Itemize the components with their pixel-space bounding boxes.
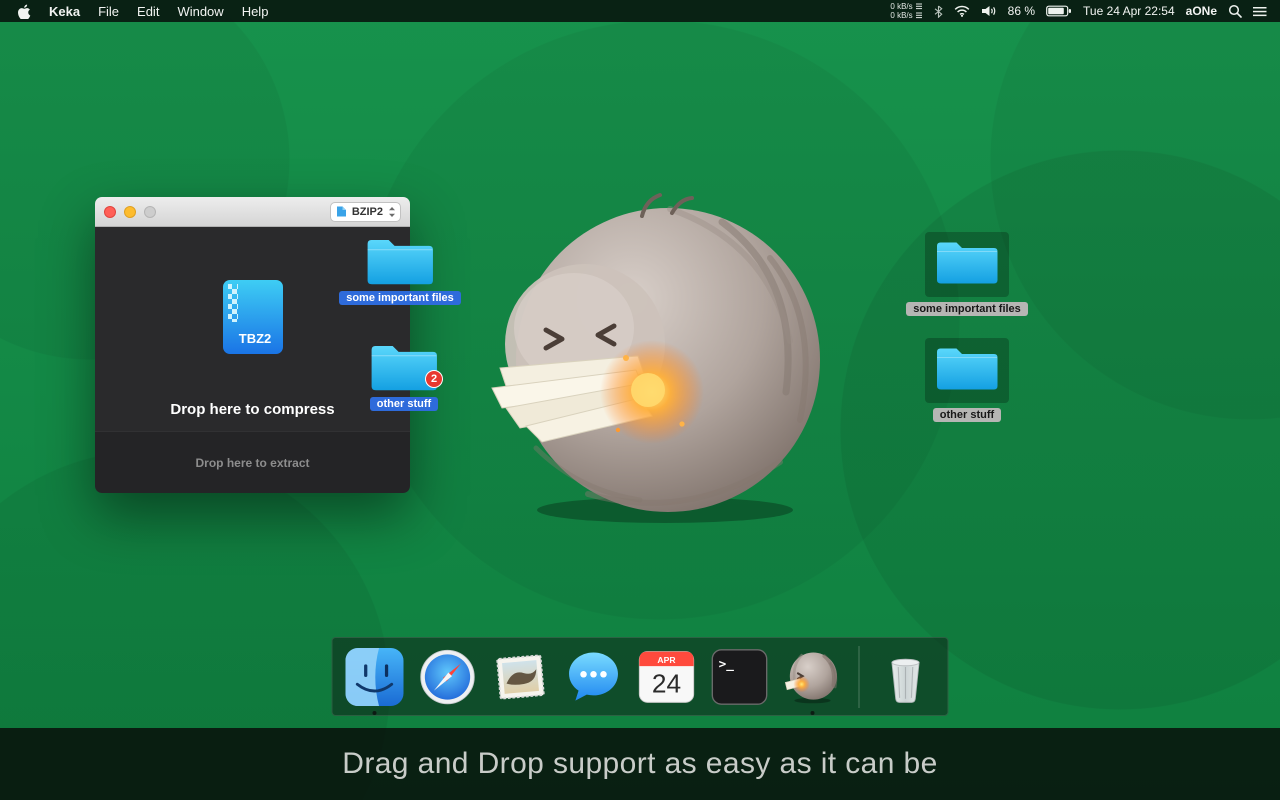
fast-user-switch[interactable]: aONe: [1186, 4, 1217, 18]
desktop-icon-label: some important files: [906, 302, 1028, 316]
format-doc-icon: [336, 206, 346, 217]
tbz2-label: TBZ2: [238, 331, 271, 346]
menu-edit[interactable]: Edit: [128, 4, 168, 19]
running-indicator: [372, 710, 377, 715]
dragged-folder-other-stuff[interactable]: 2 other stuff: [354, 340, 454, 411]
dragged-folder-some-important-files[interactable]: some important files: [339, 234, 461, 305]
net-up-bars-icon: [915, 3, 922, 10]
dock-terminal[interactable]: >_: [710, 647, 770, 707]
menu-clock[interactable]: Tue 24 Apr 22:54: [1083, 4, 1175, 18]
menu-bar-left: Keka File Edit Window Help: [0, 4, 277, 19]
dock-calendar[interactable]: APR 24: [637, 647, 697, 707]
zoom-button[interactable]: [144, 205, 156, 218]
close-button[interactable]: [104, 205, 116, 218]
volume-icon[interactable]: [981, 5, 997, 17]
net-down-value: 0 kB/s: [890, 10, 913, 20]
calendar-icon: APR 24: [638, 650, 695, 703]
drag-label: other stuff: [369, 397, 439, 411]
caption-banner: Drag and Drop support as easy as it can …: [0, 728, 1280, 800]
calendar-month: APR: [657, 654, 676, 664]
selected-icon-backdrop: [925, 338, 1009, 403]
desktop-folder-some-important-files[interactable]: some important files: [906, 232, 1028, 316]
drag-count-badge: 2: [425, 370, 443, 388]
dock-keka[interactable]: [783, 647, 843, 715]
minimize-button[interactable]: [124, 205, 136, 218]
net-down-bars-icon: [915, 12, 922, 19]
drag-label: some important files: [339, 291, 461, 305]
bluetooth-icon[interactable]: [934, 5, 943, 18]
extract-label: Drop here to extract: [195, 455, 310, 470]
net-up-value: 0 kB/s: [890, 1, 913, 11]
dock-messages[interactable]: [564, 647, 624, 707]
selected-icon-backdrop: [925, 232, 1009, 297]
dock-trash[interactable]: [876, 647, 936, 707]
finder-icon: [345, 647, 404, 706]
desktop-icon-label: other stuff: [932, 408, 1002, 422]
format-value: BZIP2: [351, 205, 383, 218]
dock-safari[interactable]: [418, 647, 478, 707]
network-speed-indicator[interactable]: 0 kB/s 0 kB/s: [890, 1, 922, 20]
menu-app-name[interactable]: Keka: [40, 4, 89, 19]
notification-center-icon[interactable]: [1253, 6, 1268, 17]
tbz2-file-icon: TBZ2: [222, 280, 283, 354]
keka-mascot: [491, 193, 820, 523]
drop-extract-zone[interactable]: Drop here to extract: [95, 431, 410, 493]
menu-window[interactable]: Window: [168, 4, 232, 19]
format-selector[interactable]: BZIP2: [329, 201, 401, 222]
battery-icon[interactable]: [1046, 5, 1072, 17]
terminal-prompt-glyph: >_: [719, 655, 735, 671]
dock-separator: [858, 645, 860, 708]
terminal-icon: >_: [711, 648, 768, 705]
dock: APR 24 >_: [331, 637, 949, 716]
window-titlebar[interactable]: BZIP2: [95, 197, 410, 227]
menu-bar-status: 0 kB/s 0 kB/s 86 % Tue 24 Apr 22:54 aONe: [890, 1, 1280, 20]
menu-help[interactable]: Help: [233, 4, 278, 19]
running-indicator: [810, 710, 815, 715]
folder-icon: [937, 242, 998, 284]
wifi-icon[interactable]: [954, 5, 970, 17]
keka-app-icon: [784, 652, 838, 703]
safari-icon: [420, 649, 475, 704]
folder-icon: [937, 348, 998, 390]
spotlight-search-icon[interactable]: [1228, 4, 1242, 18]
trash-icon: [891, 658, 920, 703]
chevron-updown-icon: [389, 206, 395, 217]
menu-bar: Keka File Edit Window Help 0 kB/s 0 kB/s…: [0, 0, 1280, 22]
dock-finder[interactable]: [345, 647, 405, 715]
apple-menu-icon[interactable]: [12, 4, 40, 19]
mail-stamp-icon: [496, 653, 545, 700]
dock-mail[interactable]: [491, 647, 551, 707]
menu-file[interactable]: File: [89, 4, 128, 19]
caption-text: Drag and Drop support as easy as it can …: [342, 747, 938, 780]
battery-percent: 86 %: [1007, 4, 1036, 18]
desktop-folder-other-stuff[interactable]: other stuff: [912, 338, 1022, 422]
folder-icon: [367, 239, 433, 285]
messages-icon: [569, 652, 618, 701]
calendar-day: 24: [652, 668, 681, 698]
